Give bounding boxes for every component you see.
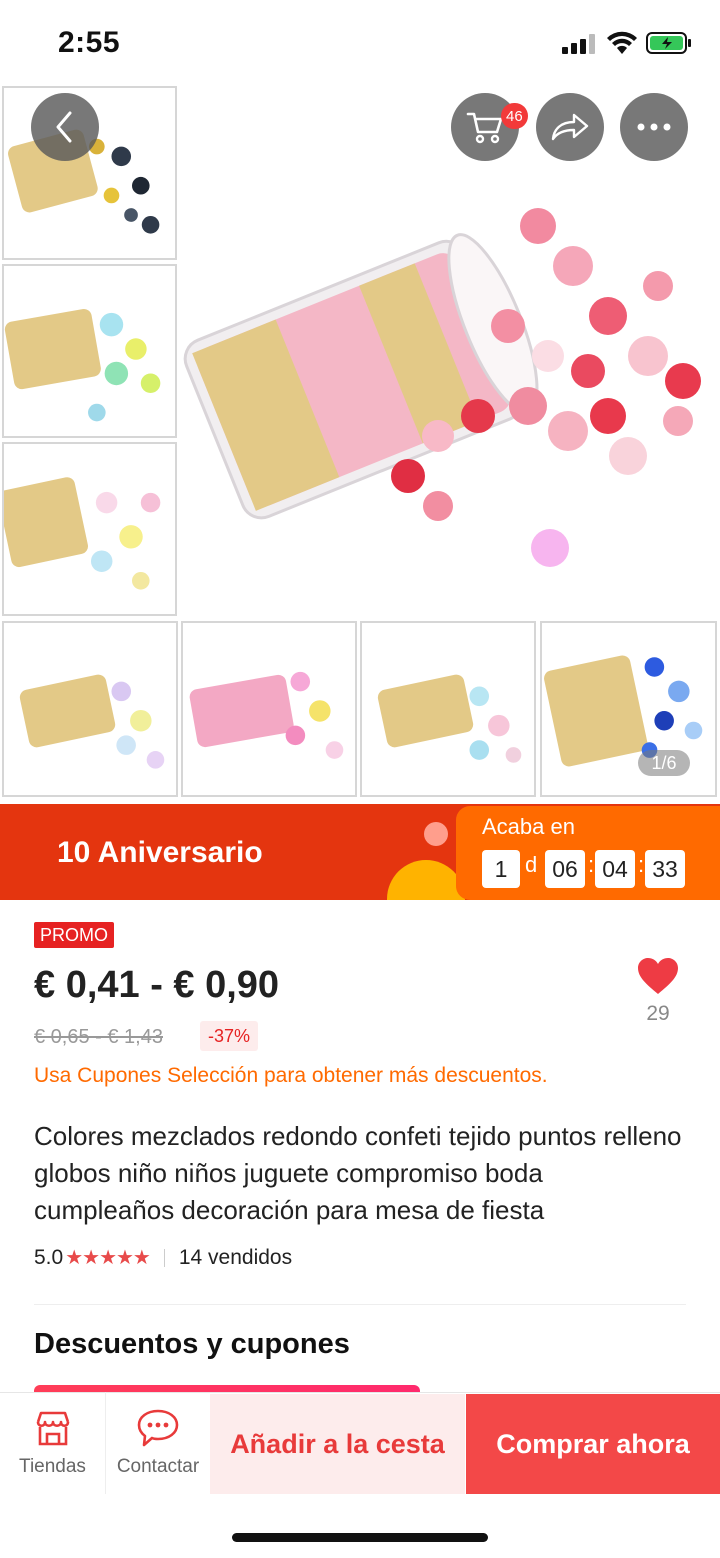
rating-divider [163,1248,165,1267]
signal-icon [562,34,598,54]
countdown-hours: 06 [545,850,585,888]
countdown-days-unit: d [525,852,538,877]
thumbnail-6[interactable] [360,621,536,797]
contact-button[interactable]: Contactar [106,1392,210,1494]
discounts-section-title: Descuentos y cupones [34,1328,350,1360]
countdown-minutes: 04 [595,850,635,888]
heart-icon[interactable] [636,956,680,996]
thumbnail-4[interactable] [2,621,178,797]
countdown-seconds: 33 [645,850,685,888]
chat-bubble-icon [137,1409,179,1447]
add-to-cart-button[interactable]: Añadir a la cesta [210,1394,465,1494]
countdown-label: Acaba en [482,814,575,839]
thumbnail-3[interactable] [2,442,177,616]
back-button[interactable] [31,93,99,161]
contact-label: Contactar [116,1456,200,1477]
more-options-button[interactable] [620,93,688,161]
status-time: 2:55 [58,26,121,59]
chevron-left-icon [56,111,72,143]
section-divider [34,1304,686,1305]
battery-icon [646,32,691,54]
more-dots-icon [637,123,671,131]
store-icon [36,1411,69,1446]
price-range: € 0,41 - € 0,90 [34,964,280,1006]
sold-count: 14 vendidos [178,1245,293,1269]
wifi-icon [607,31,637,54]
cart-count-badge: 46 [501,103,528,129]
rating-value: 5.0 [34,1245,64,1269]
banner-title: 10 Aniversario [57,836,263,869]
image-counter: 1/6 [638,750,690,776]
stores-label: Tiendas [19,1456,86,1477]
shopping-cart-icon [466,112,503,144]
original-price: € 0,65 - € 1,43 [34,1026,163,1048]
stores-button[interactable]: Tiendas [0,1392,105,1494]
banner-decoration-dot [424,822,448,846]
thumbnail-5[interactable] [181,621,357,797]
coupon-note[interactable]: Usa Cupones Selección para obtener más d… [34,1064,548,1088]
product-hero-image[interactable] [178,86,720,620]
star-rating-icon: ★★★★★ [65,1247,151,1269]
product-gallery[interactable] [0,86,720,802]
share-button[interactable] [536,93,604,161]
countdown-separator: : [638,852,645,877]
thumbnail-2[interactable] [2,264,177,438]
share-icon [551,113,589,141]
countdown-days: 1 [482,850,520,888]
countdown-separator: : [588,852,595,877]
banner-decoration [387,860,465,900]
buy-now-button[interactable]: Comprar ahora [466,1394,720,1494]
discount-badge: -37% [200,1021,259,1051]
wishlist-count: 29 [646,1002,670,1025]
promo-tag: PROMO [34,922,115,948]
product-title: Colores mezclados redondo confeti tejido… [34,1121,682,1225]
rating-row[interactable]: 5.0 ★★★★★ 14 vendidos [34,1245,292,1270]
status-bar: 2:55 [0,0,720,86]
thumbnail-7[interactable] [540,621,717,797]
home-indicator [232,1533,488,1542]
